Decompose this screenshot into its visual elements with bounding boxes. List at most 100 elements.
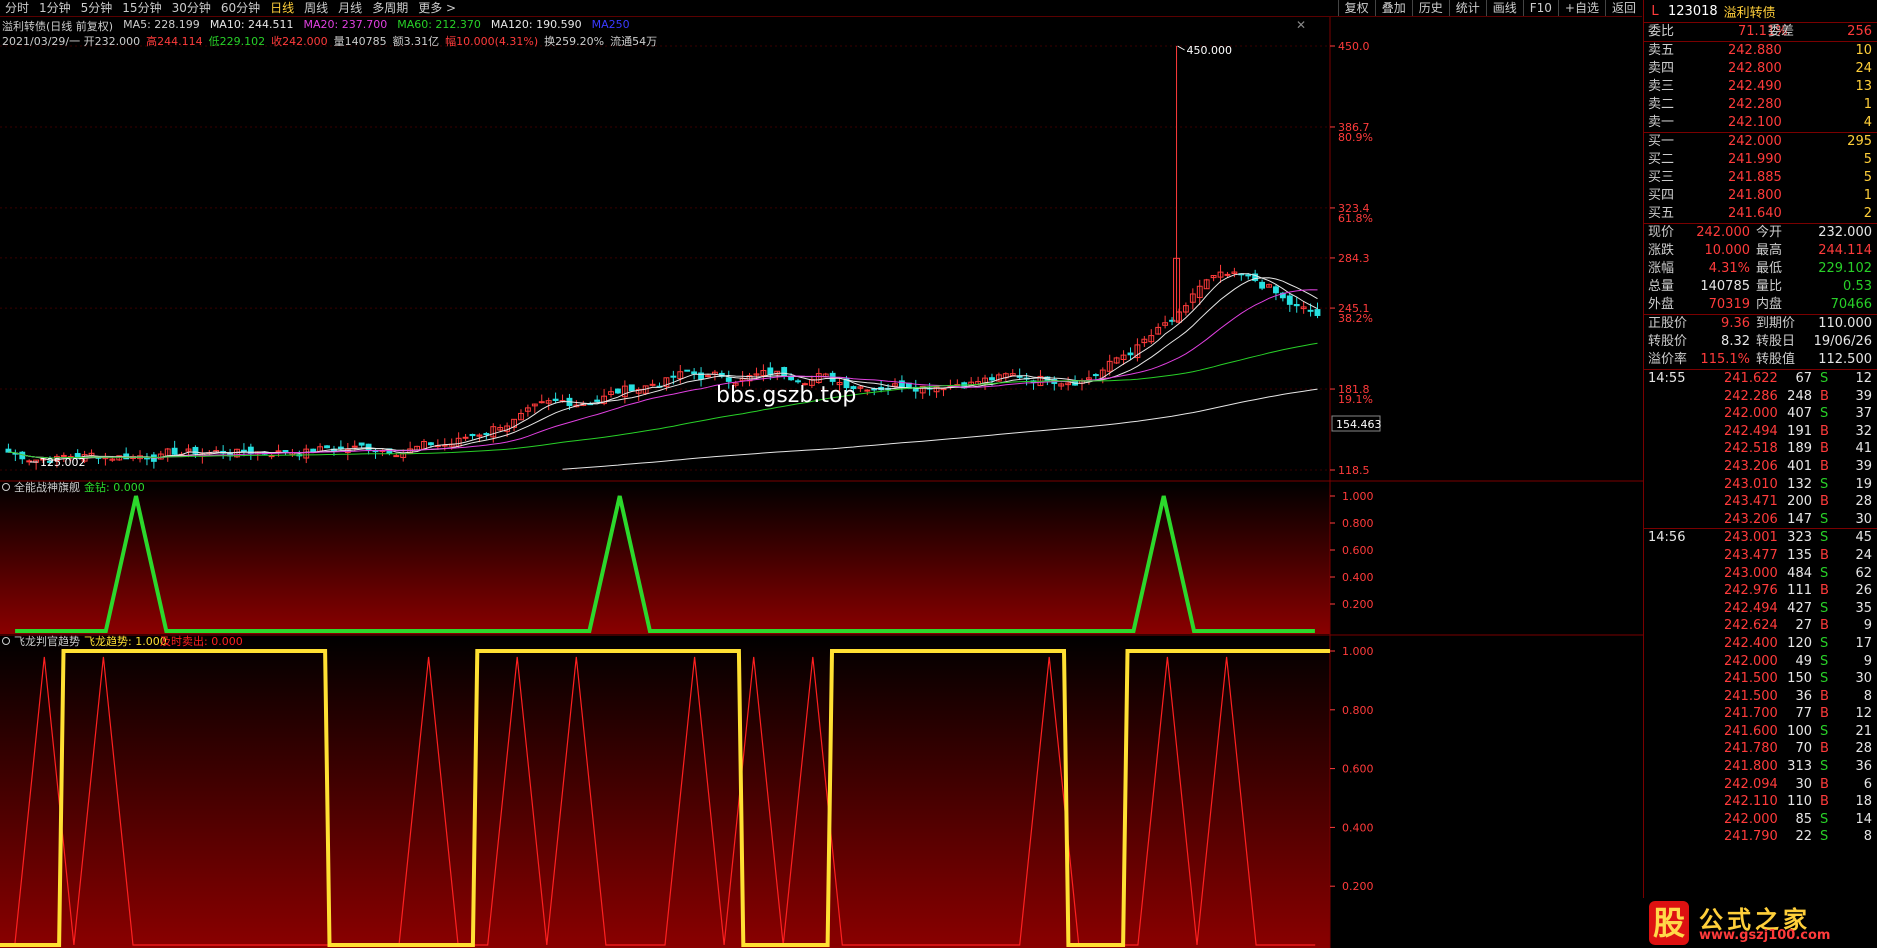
toolbar-button-2[interactable]: 历史	[1411, 0, 1449, 16]
period-tab-10[interactable]: 更多 >	[413, 0, 461, 16]
tick-side: B	[1820, 441, 1829, 457]
tick-time: 14:55	[1648, 371, 1686, 386]
book-price: 242.490	[1728, 79, 1782, 94]
toolbar-button-4[interactable]: 画线	[1485, 0, 1523, 16]
tick-volume: 407	[1787, 406, 1812, 422]
sellBook-row[interactable]: 卖一 242.100 4	[1644, 114, 1877, 132]
period-tab-1[interactable]: 1分钟	[34, 0, 76, 16]
tick-row: 243.206 401 B 39	[1644, 458, 1877, 476]
stat-label: 最低	[1756, 261, 1783, 276]
candle-body	[538, 401, 545, 404]
stat-label: 内盘	[1756, 297, 1783, 312]
tick-count: 28	[1855, 494, 1872, 510]
stat-value: 70319	[1708, 297, 1750, 312]
period-tab-9[interactable]: 多周期	[367, 0, 413, 16]
buyBook-row[interactable]: 买三 241.885 5	[1644, 169, 1877, 187]
ind1-param: 金钻: 0.000	[84, 480, 145, 494]
sellBook-row[interactable]: 卖五 242.880 10	[1644, 42, 1877, 60]
book-level-label: 买二	[1648, 152, 1675, 167]
period-tab-0[interactable]: 分时	[0, 0, 34, 16]
sell-book: 卖五 242.880 10 卖四 242.800 24 卖三 242.490 13 卖二 242.2…	[1644, 42, 1877, 133]
period-tab-2[interactable]: 5分钟	[76, 0, 118, 16]
toolbar-button-1[interactable]: 叠加	[1374, 0, 1412, 16]
sellBook-row[interactable]: 卖三 242.490 13	[1644, 78, 1877, 96]
security-name: 溢利转债(日线 前复权)	[2, 20, 114, 33]
buyBook-row[interactable]: 买二 241.990 5	[1644, 151, 1877, 169]
ind2-name: 飞龙判官趋势	[14, 634, 80, 648]
stat-value: 115.1%	[1700, 352, 1750, 367]
current-price-label: 154.463	[1336, 418, 1382, 431]
tick-count: 39	[1855, 458, 1872, 474]
toolbar-button-5[interactable]: F10	[1522, 0, 1558, 16]
tick-volume: 150	[1787, 671, 1812, 687]
quote-float: 流通54万	[610, 35, 658, 48]
tick-price: 243.001	[1724, 530, 1778, 546]
candle-body	[1273, 286, 1279, 294]
ind2-param-trend: 飞龙趋势: 1.000	[84, 635, 167, 648]
candle-body	[684, 369, 691, 372]
tick-price: 242.000	[1724, 406, 1778, 422]
tick-block-1456[interactable]: 14:56 243.001 323 S 45 243.477 135 B 24 243.000 48…	[1644, 529, 1877, 846]
tick-volume: 147	[1787, 511, 1812, 527]
period-tab-6[interactable]: 日线	[265, 0, 299, 16]
period-tab-7[interactable]: 周线	[299, 0, 333, 16]
stat-label: 转股价	[1648, 334, 1688, 349]
candle-body	[428, 442, 434, 446]
period-tab-8[interactable]: 月线	[333, 0, 367, 16]
book-price: 241.800	[1728, 188, 1782, 203]
bond-block: 正股价 9.36 到期价 110.000 转股价 8.32 转股日 19/06/26 溢价率 11…	[1644, 315, 1877, 370]
tick-volume: 27	[1795, 618, 1812, 634]
tick-row: 241.700 77 B 12	[1644, 705, 1877, 723]
sellBook-row[interactable]: 卖四 242.800 24	[1644, 60, 1877, 78]
tick-price: 241.500	[1724, 688, 1778, 704]
stat-value: 70466	[1830, 297, 1872, 312]
candle-body	[1092, 374, 1099, 377]
stat-value: 244.114	[1818, 243, 1872, 258]
low-marker: 125.002	[40, 456, 86, 469]
tick-count: 26	[1855, 583, 1872, 599]
tick-volume: 189	[1787, 441, 1812, 457]
period-tab-4[interactable]: 30分钟	[167, 0, 216, 16]
period-tab-5[interactable]: 60分钟	[216, 0, 265, 16]
tick-block-1455[interactable]: 14:55 241.622 67 S 12 242.286 248 B 39 242.000 407…	[1644, 370, 1877, 530]
candle-body	[691, 371, 698, 375]
indicator2-bg	[0, 636, 1330, 948]
tick-side: B	[1820, 706, 1829, 722]
stat-label: 最高	[1756, 243, 1783, 258]
book-volume: 5	[1863, 170, 1872, 185]
tick-count: 41	[1855, 441, 1872, 457]
tick-price: 241.622	[1724, 371, 1778, 386]
tick-side: S	[1820, 829, 1829, 845]
tick-volume: 70	[1795, 741, 1812, 757]
book-volume: 2	[1863, 206, 1872, 221]
candle-body	[1293, 304, 1300, 307]
candle-body	[171, 447, 178, 455]
tick-side: B	[1820, 776, 1829, 792]
toolbar-button-7[interactable]: 返回	[1604, 0, 1642, 16]
statsBlock-row: 涨跌 10.000 最高 244.114	[1644, 242, 1877, 260]
tick-volume: 484	[1787, 565, 1812, 581]
toolbar-button-0[interactable]: 复权	[1337, 0, 1375, 16]
tick-side: S	[1820, 723, 1829, 739]
buyBook-row[interactable]: 买四 241.800 1	[1644, 187, 1877, 205]
buyBook-row[interactable]: 买五 241.640 2	[1644, 205, 1877, 223]
tick-row: 242.110 110 B 18	[1644, 793, 1877, 811]
book-price: 241.885	[1728, 170, 1782, 185]
legend-ma5: MA5: 228.199	[123, 18, 200, 31]
tick-side: S	[1820, 565, 1829, 581]
book-level-label: 卖五	[1648, 43, 1675, 58]
toolbar-button-3[interactable]: 统计	[1448, 0, 1486, 16]
buyBook-row[interactable]: 买一 242.000 295	[1644, 133, 1877, 151]
kline-chart-area[interactable]: 450.0386.7323.4284.3245.1181.8118.580.9%…	[0, 0, 1643, 948]
candle-body	[393, 455, 400, 458]
candle-body	[358, 442, 365, 446]
sellBook-row[interactable]: 卖二 242.280 1	[1644, 96, 1877, 114]
toolbar-button-6[interactable]: +自选	[1557, 0, 1605, 16]
tick-price: 243.010	[1724, 476, 1778, 492]
stat-label: 到期价	[1756, 316, 1796, 331]
security-title: 溢利转债	[1723, 5, 1776, 21]
period-tab-3[interactable]: 15分钟	[117, 0, 166, 16]
bondBlock-row: 正股价 9.36 到期价 110.000	[1644, 315, 1877, 333]
tick-volume: 132	[1787, 476, 1812, 492]
tick-price: 241.500	[1724, 671, 1778, 687]
